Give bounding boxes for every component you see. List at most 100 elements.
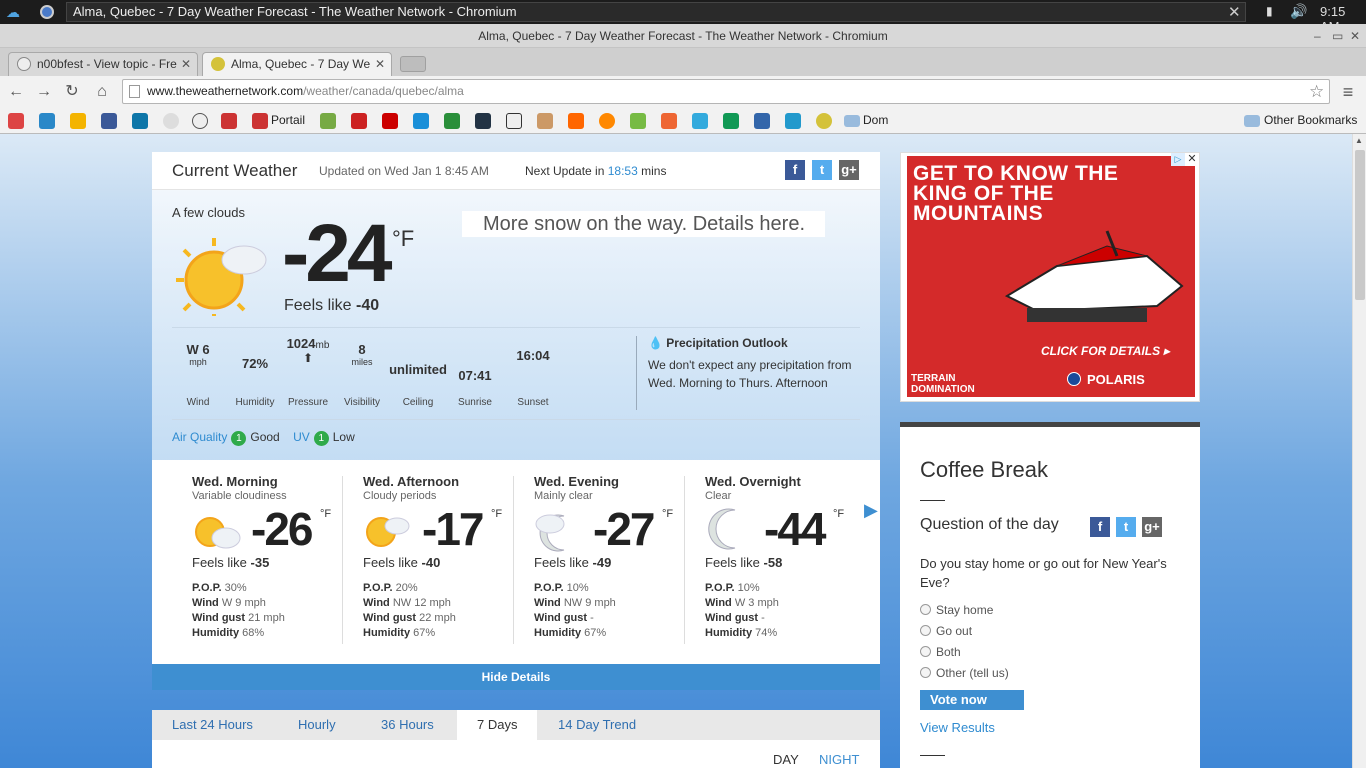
chromium-icon[interactable] [40,5,54,19]
ad-close-icon[interactable]: ✕ [1185,153,1199,166]
tab-close-icon[interactable]: ✕ [181,53,191,75]
day-toggle[interactable]: DAY [773,752,799,768]
helmet-icon[interactable] [475,113,491,129]
poll-question: Do you stay home or go out for New Year'… [920,556,1167,590]
googleplus-share-icon[interactable]: g+ [1142,517,1162,537]
maximize-icon[interactable]: ▭ [1332,24,1343,48]
signal-icon[interactable]: ▮ [1266,4,1273,18]
pop-label: P.O.P. [192,582,222,594]
period-unit: °F [833,508,845,520]
gmail-icon[interactable] [8,113,24,129]
folder-icon[interactable] [1244,115,1260,127]
tab-14-day-trend[interactable]: 14 Day Trend [538,710,656,740]
taskbar-window-title[interactable]: Alma, Quebec - 7 Day Weather Forecast - … [66,2,1246,22]
ad-banner[interactable]: GET TO KNOW THE KING OF THE MOUNTAINS CL… [907,156,1195,397]
hide-details-button[interactable]: Hide Details [152,664,880,690]
facebook-share-icon[interactable]: f [785,160,805,180]
volume-icon[interactable]: 🔊 [1290,3,1307,20]
close-icon[interactable]: ✕ [1228,3,1241,21]
polaris-ad[interactable]: GET TO KNOW THE KING OF THE MOUNTAINS CL… [900,152,1200,402]
poll-option[interactable]: Other (tell us) [920,666,1009,680]
scroll-up-icon[interactable]: ▲ [1355,136,1363,145]
mec-icon[interactable] [444,113,460,129]
steam-icon[interactable] [506,113,522,129]
drive-icon[interactable] [70,113,86,129]
radio-button[interactable] [920,625,931,636]
home-icon[interactable]: ⌂ [92,82,112,102]
tab-7-days[interactable]: 7 Days [457,710,538,740]
tab-36-hours[interactable]: 36 Hours [361,710,454,740]
poll-option[interactable]: Stay home [920,603,993,617]
soundcloud-icon[interactable] [568,113,584,129]
condition-text: A few clouds [172,205,245,220]
browser-toolbar: ← → ↻ ⌂ www.theweathernetwork.com/weathe… [0,76,1366,108]
view-results-link[interactable]: View Results [920,720,995,735]
alien-icon[interactable] [320,113,336,129]
lion-icon[interactable] [537,113,553,129]
night-toggle[interactable]: NIGHT [819,752,859,767]
air-quality-label[interactable]: Air Quality [172,430,227,444]
boat-icon[interactable] [692,113,708,129]
googleplus-share-icon[interactable]: g+ [839,160,859,180]
gust-label: Wind gust [192,612,246,624]
new-tab-button[interactable] [400,56,426,72]
vote-button[interactable]: Vote now [920,690,1024,710]
radio-button[interactable] [920,646,931,657]
star-icon[interactable]: ☆ [1309,80,1324,103]
wind-value: W 6 [186,342,210,357]
next-arrow-icon[interactable]: ▶ [864,500,878,521]
address-bar[interactable]: www.theweathernetwork.com/weather/canada… [122,79,1330,104]
close-window-icon[interactable]: ✕ [1350,24,1360,48]
uv-label[interactable]: UV [293,430,310,444]
next-update: Next Update in 18:53 mins [525,164,666,178]
tab-close-icon[interactable]: ✕ [375,53,385,75]
news-link[interactable]: More snow on the way. Details here. [462,210,830,268]
twitter-share-icon[interactable]: t [1116,517,1136,537]
linkedin-icon[interactable] [132,113,148,129]
portail-icon[interactable] [252,113,268,129]
reddit-icon[interactable] [163,113,179,129]
sunset-value: 16:04 [516,348,550,363]
scroll-thumb[interactable] [1355,150,1365,300]
radio-button[interactable] [920,667,931,678]
page-scrollbar[interactable]: ▲ [1352,134,1366,768]
triangle-icon[interactable] [413,113,429,129]
facebook-share-icon[interactable]: f [1090,517,1110,537]
forward-icon[interactable]: → [34,82,54,102]
bird-icon[interactable] [39,113,55,129]
shield-icon[interactable] [754,113,770,129]
minimize-icon[interactable]: – [1314,24,1321,48]
news-text[interactable]: More snow on the way. Details here. [462,211,826,237]
twitter-share-icon[interactable]: t [812,160,832,180]
back-icon[interactable]: ← [6,82,26,102]
tab-n00bfest[interactable]: n00bfest - View topic - Fre ✕ [8,52,198,76]
bookmark-portail[interactable]: Portail [271,113,305,127]
g-icon[interactable] [661,113,677,129]
period-name: Wed. Evening [534,474,619,489]
youtube-icon[interactable] [382,113,398,129]
poll-option[interactable]: Go out [920,624,972,638]
tab-hourly[interactable]: Hourly [278,710,356,740]
reload-icon[interactable]: ↻ [62,82,82,102]
facebook-icon[interactable] [101,113,117,129]
fp-icon[interactable] [351,113,367,129]
weather-icon[interactable] [816,113,832,129]
bookmark-other[interactable]: Other Bookmarks [1264,113,1357,127]
grid-icon[interactable] [221,113,237,129]
tab-last-24-hours[interactable]: Last 24 Hours [152,710,273,740]
trollface-icon[interactable] [192,113,208,129]
adchoices-icon[interactable]: ▷ [1171,153,1185,166]
radio-button[interactable] [920,604,931,615]
poll-option[interactable]: Both [920,645,961,659]
orange-icon[interactable] [599,113,615,129]
menu-icon[interactable]: ≡ [1338,82,1358,102]
bookmark-dom[interactable]: Dom [863,113,888,127]
wave-icon[interactable] [785,113,801,129]
tab-weather[interactable]: Alma, Quebec - 7 Day We ✕ [202,52,392,76]
folder-icon[interactable] [844,115,860,127]
period-feels: -49 [592,555,612,570]
leaf-icon[interactable] [630,113,646,129]
ad-cta[interactable]: CLICK FOR DETAILS ▸ [1041,344,1169,358]
green-square-icon[interactable] [723,113,739,129]
divider [172,327,860,328]
